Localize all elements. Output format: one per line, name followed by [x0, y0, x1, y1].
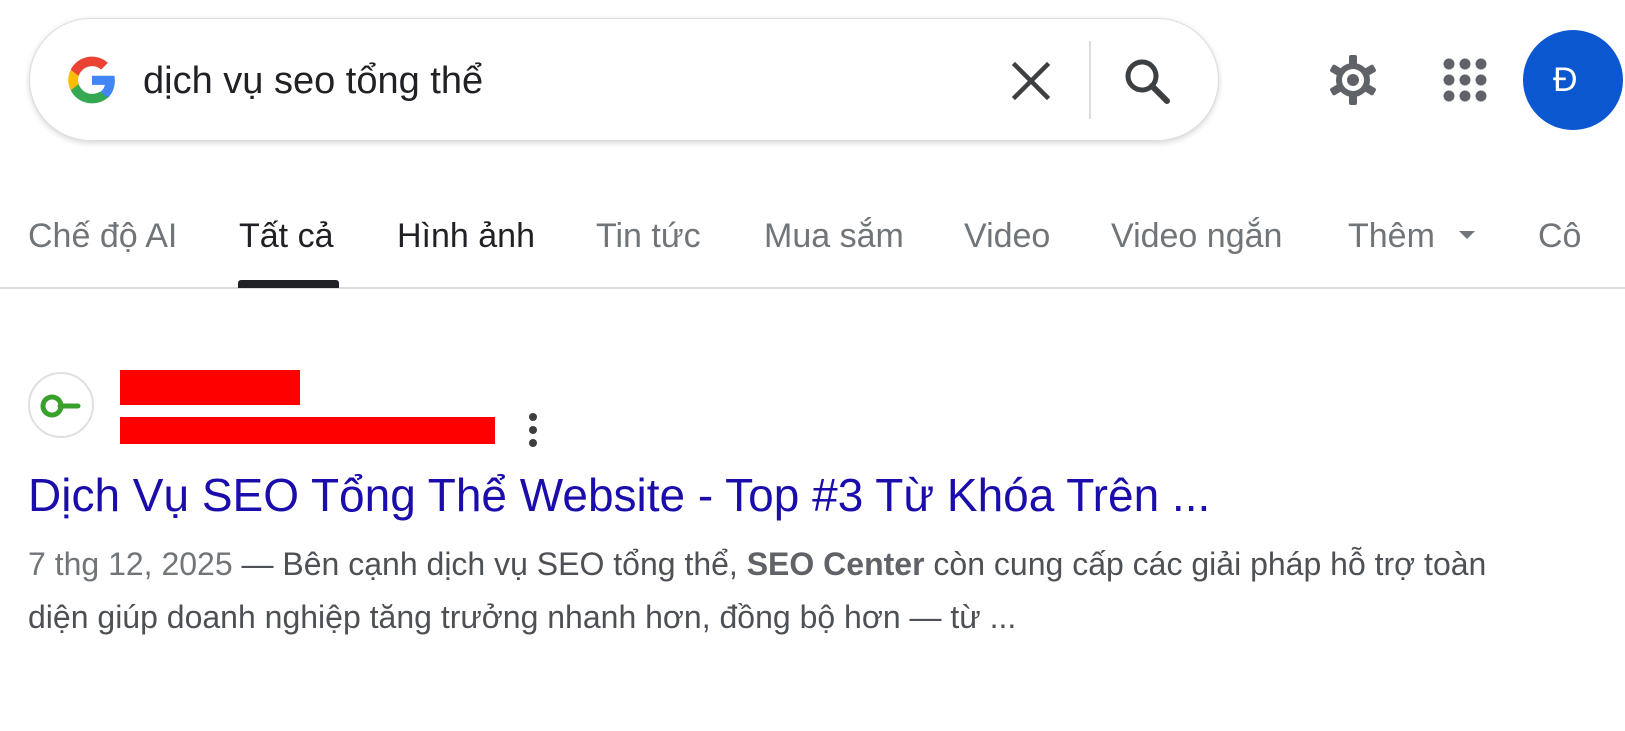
- search-box[interactable]: dịch vụ seo tổng thể: [29, 18, 1219, 141]
- search-divider: [1089, 41, 1091, 119]
- close-icon[interactable]: [1007, 57, 1055, 105]
- site-name-redacted[interactable]: [120, 370, 300, 405]
- apps-grid-icon[interactable]: [1442, 57, 1488, 103]
- site-favicon[interactable]: [28, 372, 94, 438]
- tab-tools[interactable]: Cô: [1538, 214, 1581, 258]
- tab-news[interactable]: Tin tức: [596, 214, 701, 258]
- snippet-line-1: 7 thg 12, 2025 — Bên cạnh dịch vụ SEO tổ…: [28, 538, 1625, 591]
- site-url-redacted[interactable]: [120, 417, 495, 444]
- gear-icon[interactable]: [1325, 52, 1381, 108]
- caret-down-icon: [1458, 231, 1475, 240]
- tab-images[interactable]: Hình ảnh: [397, 214, 535, 258]
- google-logo-icon: [68, 56, 115, 104]
- snippet-text-1: Bên cạnh dịch vụ SEO tổng thể,: [282, 546, 747, 582]
- search-input[interactable]: dịch vụ seo tổng thể: [143, 54, 483, 108]
- result-snippet: 7 thg 12, 2025 — Bên cạnh dịch vụ SEO tổ…: [28, 538, 1625, 644]
- tab-video[interactable]: Video: [964, 214, 1050, 258]
- avatar[interactable]: Đ: [1523, 30, 1623, 130]
- snippet-separator: —: [232, 546, 283, 582]
- tab-more[interactable]: Thêm: [1348, 214, 1475, 258]
- snippet-date: 7 thg 12, 2025: [28, 546, 233, 582]
- tab-shopping[interactable]: Mua sắm: [764, 214, 904, 258]
- tab-all[interactable]: Tất cả: [239, 214, 333, 258]
- search-tabs: Chế độ AI Tất cả Hình ảnh Tin tức Mua sắ…: [0, 200, 1625, 289]
- snippet-line-2: diện giúp doanh nghiệp tăng trưởng nhanh…: [28, 599, 1017, 635]
- result-title-link[interactable]: Dịch Vụ SEO Tổng Thể Website - Top #3 Từ…: [28, 466, 1210, 524]
- active-tab-indicator: [238, 280, 339, 288]
- search-icon[interactable]: [1120, 54, 1174, 108]
- tab-more-label: Thêm: [1348, 217, 1435, 255]
- site-key-logo-icon: [40, 394, 81, 418]
- tab-short-video[interactable]: Video ngắn: [1111, 214, 1282, 258]
- tab-ai-mode[interactable]: Chế độ AI: [28, 214, 177, 258]
- snippet-bold: SEO Center: [746, 546, 925, 582]
- snippet-text-2: còn cung cấp các giải pháp hỗ trợ toàn: [924, 546, 1487, 582]
- more-options-icon[interactable]: [522, 412, 544, 448]
